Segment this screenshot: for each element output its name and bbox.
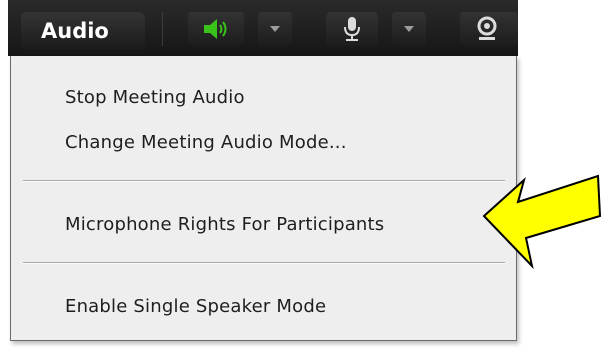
menu-divider — [23, 262, 505, 264]
microphone-button[interactable] — [326, 12, 378, 46]
webcam-button[interactable] — [460, 12, 518, 46]
microphone-icon — [344, 17, 360, 41]
yellow-arrow-icon — [482, 174, 602, 270]
menu-item-enable-single-speaker-mode[interactable]: Enable Single Speaker Mode — [65, 296, 326, 317]
menu-item-change-meeting-audio-mode[interactable]: Change Meeting Audio Mode... — [65, 132, 347, 153]
webcam-icon — [477, 16, 497, 40]
speaker-on-icon — [204, 19, 227, 39]
microphone-dropdown-button[interactable] — [392, 12, 426, 46]
meeting-toolbar: Audio — [8, 0, 518, 56]
toolbar-divider — [162, 12, 163, 46]
audio-menu-button[interactable]: Audio — [21, 12, 145, 50]
speaker-dropdown-button[interactable] — [258, 12, 292, 46]
stage: Audio Stop Meeting Audio Change Meeting … — [0, 0, 605, 348]
menu-item-stop-meeting-audio[interactable]: Stop Meeting Audio — [65, 87, 245, 108]
speaker-button[interactable] — [188, 12, 244, 46]
chevron-down-icon — [404, 26, 414, 32]
chevron-down-icon — [270, 26, 280, 32]
menu-item-microphone-rights-for-participants[interactable]: Microphone Rights For Participants — [65, 214, 384, 235]
menu-divider — [23, 180, 505, 182]
audio-dropdown-menu: Stop Meeting Audio Change Meeting Audio … — [10, 56, 517, 341]
